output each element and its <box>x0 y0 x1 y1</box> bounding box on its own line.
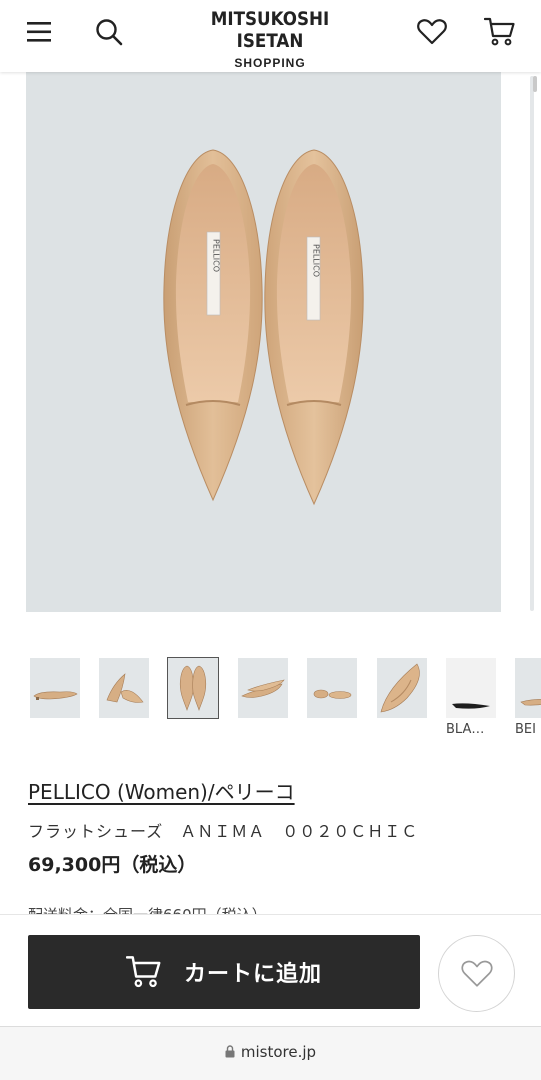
browser-address-bar[interactable]: mistore.jp <box>0 1026 541 1080</box>
site-header: MITSUKOSHI ISETAN SHOPPING <box>0 0 541 72</box>
logo-title: MITSUKOSHI ISETAN <box>210 8 330 52</box>
thumbnail[interactable] <box>377 658 427 718</box>
brand-link[interactable]: PELLICO (Women)/ペリーコ <box>28 776 295 805</box>
menu-icon[interactable] <box>22 14 58 50</box>
thumbnail-strip: BLA… BEI <box>0 656 541 737</box>
url-text: mistore.jp <box>240 1043 317 1061</box>
purchase-bar: カートに追加 <box>0 914 541 1026</box>
scrollbar-thumb[interactable] <box>533 76 537 92</box>
add-to-cart-label: カートに追加 <box>183 962 322 987</box>
site-logo[interactable]: MITSUKOSHI ISETAN SHOPPING <box>170 8 370 70</box>
svg-text:PELLICO: PELLICO <box>212 239 221 272</box>
next-image-peek <box>530 76 534 611</box>
shipping-info-clip: 配送料金：全国一律660円（税込） <box>28 900 508 915</box>
thumbnail-label-beige: BEI <box>515 722 536 737</box>
thumbnail[interactable] <box>99 658 149 718</box>
heart-icon <box>460 960 493 987</box>
product-main-image[interactable]: PELLICO PELLICO <box>26 72 501 612</box>
thumbnail-black[interactable] <box>446 658 496 718</box>
product-name: フラットシューズ ＡＮＩＭＡ ００２０ＣＨＩＣ <box>28 822 419 841</box>
favorite-button[interactable] <box>438 935 515 1012</box>
add-to-cart-button[interactable]: カートに追加 <box>28 935 420 1009</box>
cart-icon <box>125 956 161 988</box>
thumbnail-beige[interactable] <box>515 658 541 718</box>
thumbnail[interactable] <box>30 658 80 718</box>
search-icon[interactable] <box>91 14 127 50</box>
heart-icon[interactable] <box>414 14 450 50</box>
svg-text:PELLICO: PELLICO <box>312 244 321 277</box>
cart-icon[interactable] <box>482 14 518 50</box>
thumbnail[interactable] <box>307 658 357 718</box>
product-price: 69,300円（税込） <box>28 854 197 876</box>
thumbnail[interactable] <box>238 658 288 718</box>
lock-icon <box>225 1045 235 1058</box>
shoes-image: PELLICO PELLICO <box>163 149 364 506</box>
logo-subtitle: SHOPPING <box>234 56 306 70</box>
thumbnail[interactable] <box>167 657 219 719</box>
thumbnail-label-black: BLA… <box>446 722 485 737</box>
